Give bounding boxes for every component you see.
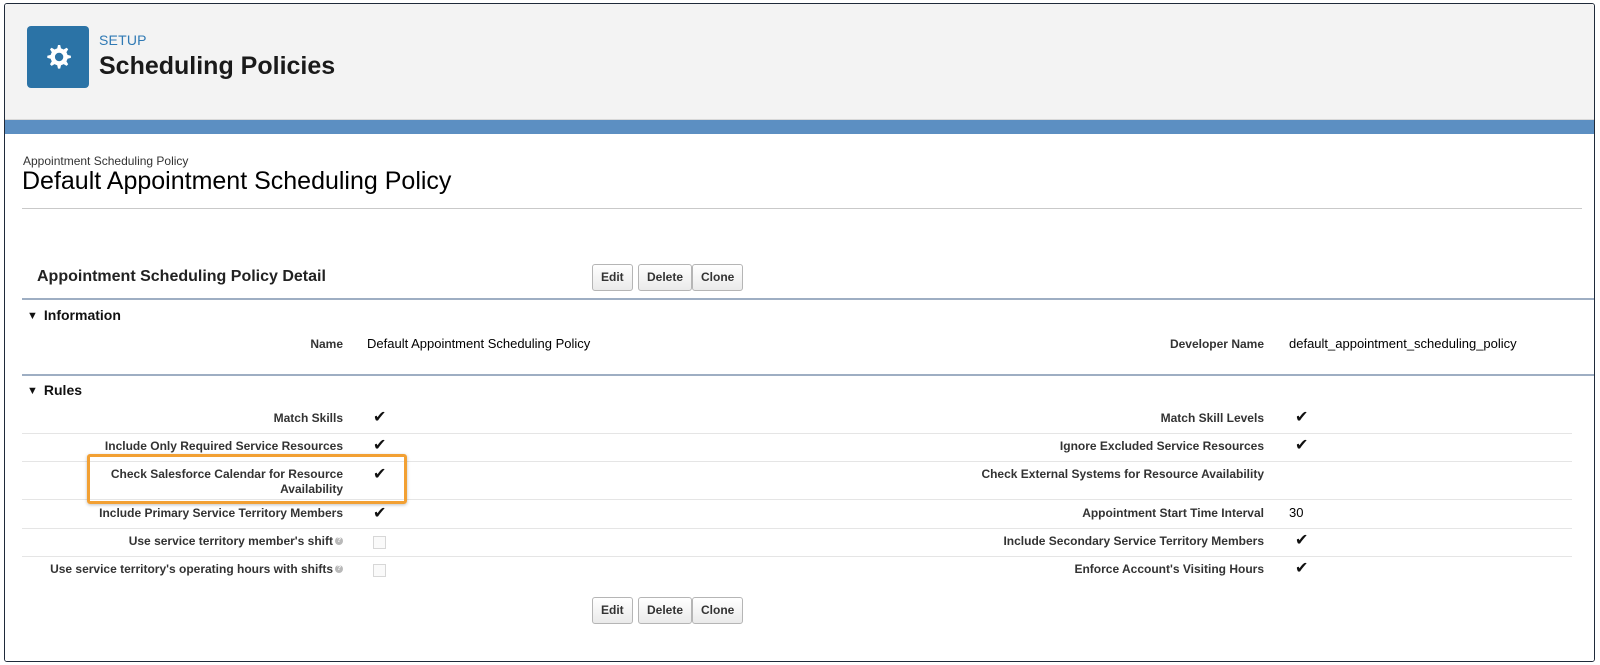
match-skills-label: Match Skills — [273, 411, 343, 425]
app-frame: SETUP Scheduling Policies Appointment Sc… — [4, 3, 1595, 662]
checkmark-icon: ✔ — [1295, 560, 1309, 577]
row-divider — [22, 528, 1572, 529]
clone-button-bottom[interactable]: Clone — [692, 597, 744, 624]
divider — [22, 298, 1594, 300]
delete-button-bottom[interactable]: Delete — [638, 597, 693, 624]
use-operating-hours-text: Use service territory's operating hours … — [50, 562, 333, 576]
divider — [22, 374, 1594, 376]
help-icon[interactable]: ? — [335, 564, 343, 573]
collapse-triangle-icon: ▼ — [27, 310, 38, 322]
checkmark-icon: ✔ — [1295, 532, 1309, 549]
checkmark-icon: ✔ — [373, 505, 387, 522]
include-required-resources-label: Include Only Required Service Resources — [104, 439, 343, 453]
include-primary-territory-label: Include Primary Service Territory Member… — [99, 506, 343, 520]
record-title: Default Appointment Scheduling Policy — [22, 167, 452, 195]
appointment-start-interval-value: 30 — [1289, 505, 1304, 520]
highlight-box — [87, 454, 407, 504]
name-value: Default Appointment Scheduling Policy — [367, 336, 591, 351]
match-skill-levels-label: Match Skill Levels — [1160, 411, 1264, 425]
row-divider — [22, 556, 1572, 557]
use-operating-hours-label: Use service territory's operating hours … — [5, 562, 343, 576]
record-content: Appointment Scheduling Policy Default Ap… — [5, 134, 1594, 661]
record-type-label: Appointment Scheduling Policy — [23, 154, 189, 168]
developer-name-value: default_appointment_scheduling_policy — [1289, 336, 1517, 351]
decorative-band — [5, 120, 1594, 134]
checkmark-icon: ✔ — [1295, 437, 1309, 454]
checkmark-icon: ✔ — [373, 437, 387, 454]
appointment-start-interval-label: Appointment Start Time Interval — [1082, 506, 1264, 520]
page-title: Scheduling Policies — [99, 52, 336, 80]
check-external-systems-label: Check External Systems for Resource Avai… — [981, 467, 1264, 481]
use-member-shift-label: Use service territory member's shift? — [13, 534, 343, 548]
collapse-triangle-icon: ▼ — [27, 385, 38, 397]
divider — [22, 208, 1582, 209]
checkmark-icon: ✔ — [373, 409, 387, 426]
clone-button[interactable]: Clone — [692, 264, 744, 291]
ignore-excluded-resources-label: Ignore Excluded Service Resources — [1059, 439, 1264, 453]
information-header-label: Information — [43, 307, 121, 323]
developer-name-label: Developer Name — [1169, 337, 1264, 351]
edit-button[interactable]: Edit — [592, 264, 633, 291]
checkmark-icon: ✔ — [1295, 409, 1309, 426]
enforce-visiting-hours-label: Enforce Account's Visiting Hours — [1074, 562, 1264, 576]
rules-section-header[interactable]: ▼ Rules — [27, 382, 82, 398]
row-divider — [22, 433, 1572, 434]
name-label: Name — [310, 337, 343, 351]
detail-section-title: Appointment Scheduling Policy Detail — [37, 268, 326, 285]
setup-header: SETUP Scheduling Policies — [5, 4, 1594, 120]
gear-icon — [27, 26, 89, 88]
unchecked-box — [373, 564, 386, 577]
information-section-header[interactable]: ▼ Information — [27, 307, 121, 323]
rules-header-label: Rules — [43, 382, 83, 398]
unchecked-box — [373, 536, 386, 549]
setup-label: SETUP — [99, 32, 147, 48]
help-icon[interactable]: ? — [335, 536, 343, 545]
use-member-shift-text: Use service territory member's shift — [128, 534, 333, 548]
delete-button[interactable]: Delete — [638, 264, 693, 291]
include-secondary-territory-label: Include Secondary Service Territory Memb… — [1003, 534, 1264, 548]
edit-button-bottom[interactable]: Edit — [592, 597, 633, 624]
